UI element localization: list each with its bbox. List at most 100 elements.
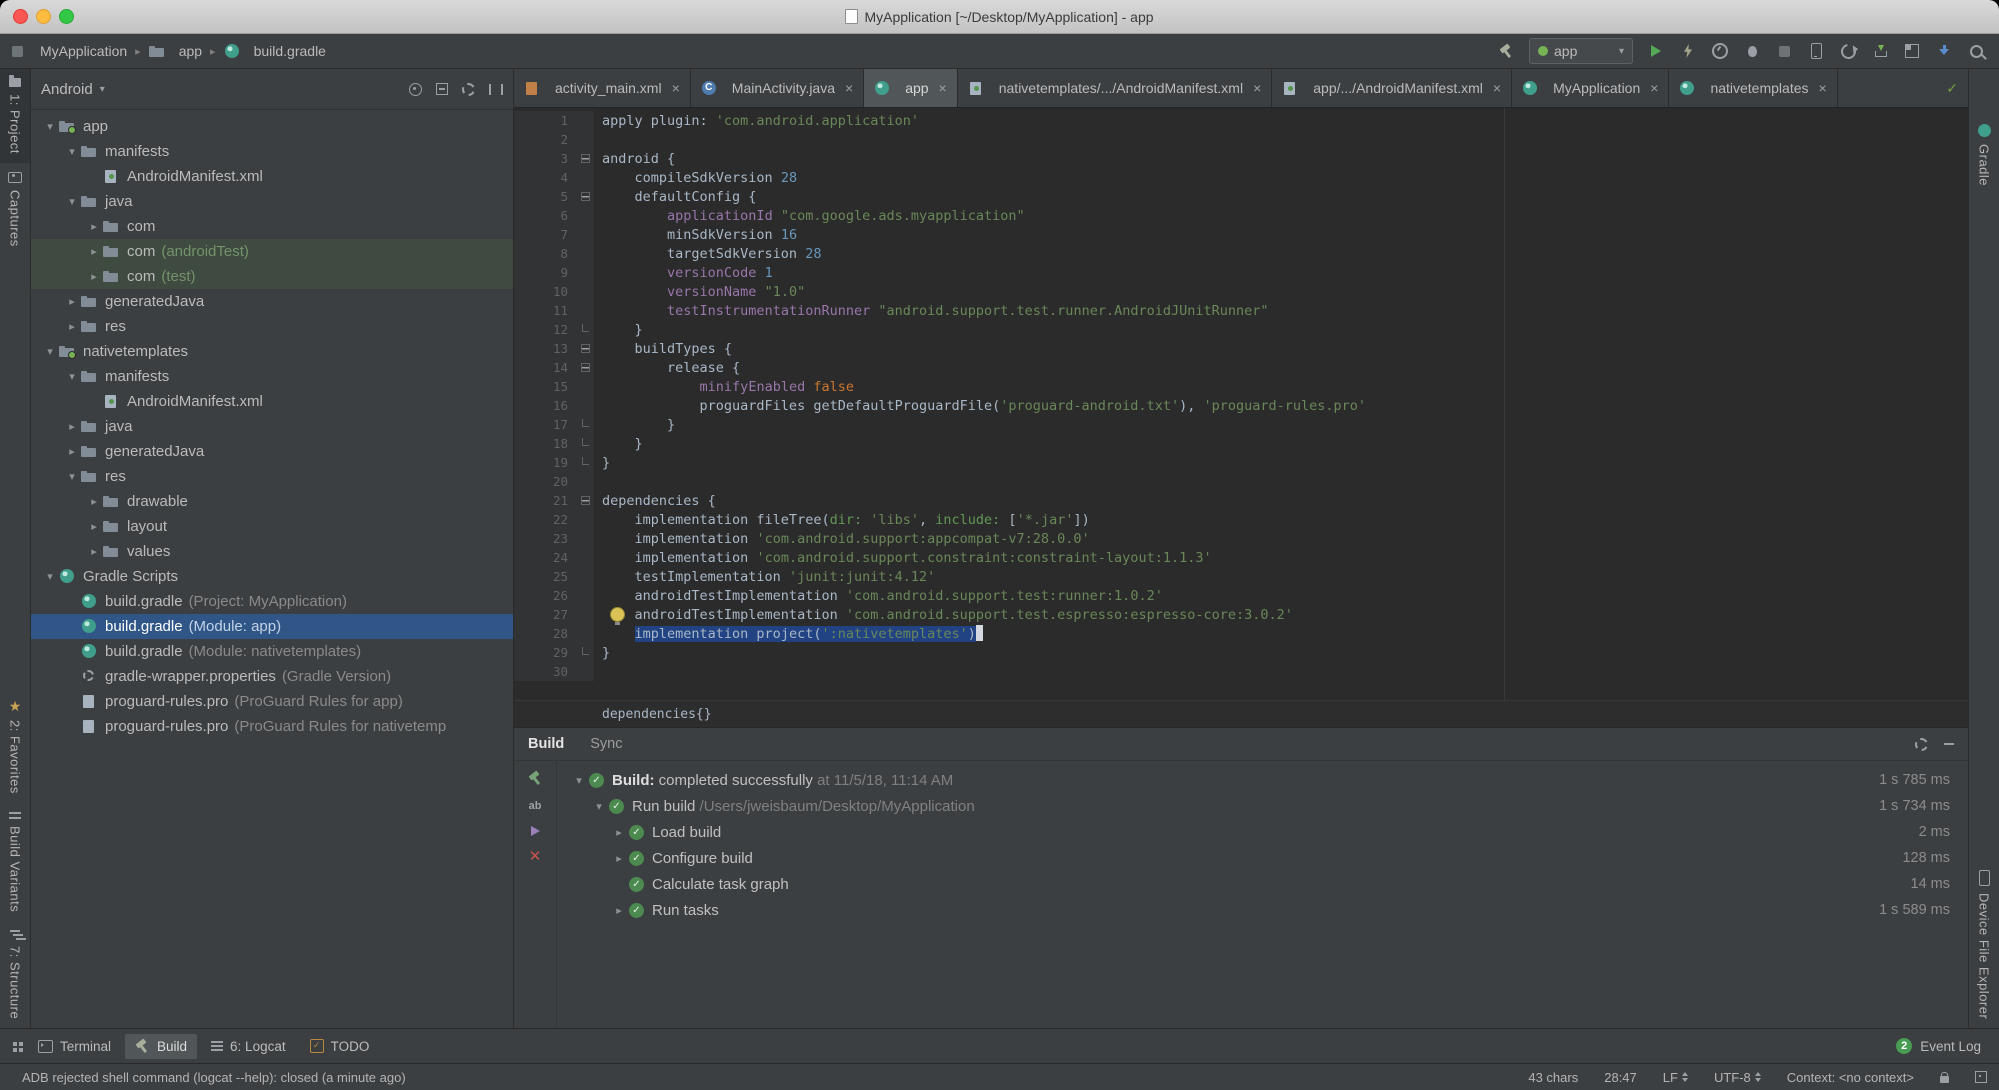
editor-tab-activity-main-xml[interactable]: activity_main.xml × [514,69,691,107]
tree-item-manifests[interactable]: ▾ manifests [31,139,513,164]
build-tree-row[interactable]: ▾ ✓ Build: completed successfully at 11/5/… [557,767,1968,793]
editor-tab-myapplication[interactable]: MyApplication × [1512,69,1670,107]
code-line[interactable]: 8 targetSdkVersion 28 [514,244,1968,263]
breadcrumb-item-myapplication[interactable]: MyApplication [10,43,127,59]
code-line[interactable]: 4 compileSdkVersion 28 [514,168,1968,187]
indicator-button[interactable] [1975,1071,1987,1083]
minimize-window-button[interactable] [36,9,51,24]
sync-project-button[interactable] [1835,39,1861,63]
tree-item-gradle-wrapper-properties[interactable]: gradle-wrapper.properties (Gradle Version… [31,664,513,689]
project-view-selector[interactable]: Android ▾ [41,81,105,98]
build-tree-row[interactable]: ▾ ✓ Run build /Users/jweisbaum/Desktop/MyA… [557,793,1968,819]
rerun-build-icon[interactable] [528,771,543,786]
tree-item-generatedjava[interactable]: ▸ generatedJava [31,289,513,314]
code-line[interactable]: 25 testImplementation 'junit:junit:4.12' [514,567,1968,586]
chevron-right-icon[interactable]: ▸ [85,495,103,508]
fold-marker[interactable] [576,434,594,453]
build-tree-row[interactable]: ▸ ✓ Run tasks 1 s 589 ms [557,897,1968,923]
run-configuration-select[interactable]: app ▾ [1529,38,1633,64]
tool-button-1-project[interactable]: 1: Project [0,69,30,163]
close-tab-icon[interactable]: × [1819,80,1827,96]
profiler-button[interactable] [1707,39,1733,63]
code-line[interactable]: 28 implementation project(':nativetempla… [514,624,1968,643]
chevron-right-icon[interactable]: ▸ [85,245,103,258]
encoding-selector[interactable]: UTF-8 [1714,1070,1761,1085]
code-line[interactable]: 20 [514,472,1968,491]
tab-sync[interactable]: Sync [590,736,622,752]
locate-file-icon[interactable] [409,82,422,96]
code-line[interactable]: 26 androidTestImplementation 'com.androi… [514,586,1968,605]
fold-marker[interactable] [576,358,594,377]
toolwindow-button-todo[interactable]: ✓ TODO [300,1034,380,1059]
layout-inspector-button[interactable] [1899,39,1925,63]
close-tab-icon[interactable]: × [672,80,680,96]
code-line[interactable]: 19} [514,453,1968,472]
close-tab-icon[interactable]: × [1650,80,1658,96]
stop-button[interactable] [1771,39,1797,63]
editor-tab-app[interactable]: app × [864,69,958,107]
tree-item-res[interactable]: ▸ res [31,314,513,339]
fold-marker[interactable] [576,320,594,339]
run-button[interactable] [1643,39,1669,63]
toolwindow-switcher-icon[interactable] [13,1042,17,1046]
code-line[interactable]: 23 implementation 'com.android.support:a… [514,529,1968,548]
code-line[interactable]: 30 [514,662,1968,681]
tree-item-java[interactable]: ▸ java [31,414,513,439]
tree-item-androidmanifest-xml[interactable]: AndroidManifest.xml [31,389,513,414]
code-line[interactable]: 16 proguardFiles getDefaultProguardFile(… [514,396,1968,415]
chevron-right-icon[interactable]: ▸ [63,295,81,308]
tree-item-build-gradle[interactable]: build.gradle (Module: app) [31,614,513,639]
toolwindow-button-6-logcat[interactable]: 6: Logcat [201,1034,296,1059]
search-everywhere-button[interactable] [1963,39,1989,63]
code-line[interactable]: 14 release { [514,358,1968,377]
tree-item-proguard-rules-pro[interactable]: proguard-rules.pro (ProGuard Rules for ap… [31,689,513,714]
code-line[interactable]: 17 } [514,415,1968,434]
tool-button-captures[interactable]: Captures [0,163,30,256]
fold-marker[interactable] [576,491,594,510]
tree-item-androidmanifest-xml[interactable]: AndroidManifest.xml [31,164,513,189]
readonly-lock[interactable] [1940,1071,1949,1083]
chevron-right-icon[interactable]: ▸ [63,445,81,458]
tree-item-com[interactable]: ▸ com (androidTest) [31,239,513,264]
fold-marker[interactable] [576,453,594,472]
fold-marker[interactable] [576,187,594,206]
tree-item-build-gradle[interactable]: build.gradle (Project: MyApplication) [31,589,513,614]
tree-item-res[interactable]: ▾ res [31,464,513,489]
code-line[interactable]: 29} [514,643,1968,662]
editor-tab-nativetemplates[interactable]: nativetemplates × [1669,69,1838,107]
tool-button-build-variants[interactable]: Build Variants [0,803,30,921]
zoom-window-button[interactable] [59,9,74,24]
code-line[interactable]: 15 minifyEnabled false [514,377,1968,396]
chevron-down-icon[interactable]: ▾ [63,370,81,383]
editor-breadcrumb-bar[interactable]: dependencies{} [514,700,1968,727]
tree-item-drawable[interactable]: ▸ drawable [31,489,513,514]
code-line[interactable]: 5 defaultConfig { [514,187,1968,206]
fold-marker[interactable] [576,643,594,662]
tree-item-com[interactable]: ▸ com [31,214,513,239]
code-line[interactable]: 24 implementation 'com.android.support.c… [514,548,1968,567]
attach-process-button[interactable] [1931,39,1957,63]
breadcrumb-item-build-gradle[interactable]: build.gradle [224,43,326,59]
code-line[interactable]: 10 versionName "1.0" [514,282,1968,301]
build-tree-row[interactable]: ▸ ✓ Configure build 128 ms [557,845,1968,871]
fold-marker[interactable] [576,339,594,358]
chevron-right-icon[interactable]: ▸ [63,420,81,433]
close-tab-icon[interactable]: × [1493,80,1501,96]
chevron-down-icon[interactable]: ▾ [63,470,81,483]
code-line[interactable]: 27 androidTestImplementation 'com.androi… [514,605,1968,625]
line-separator-selector[interactable]: LF [1663,1070,1688,1085]
breadcrumb-item-app[interactable]: app [148,43,202,59]
code-line[interactable]: 13 buildTypes { [514,339,1968,358]
chevron-down-icon[interactable]: ▾ [41,120,59,133]
close-tab-icon[interactable]: × [1253,80,1261,96]
make-project-button[interactable] [1493,39,1519,63]
hide-panel-icon[interactable] [489,83,503,95]
close-window-button[interactable] [13,9,28,24]
toolwindow-button-terminal[interactable]: Terminal [28,1034,121,1059]
avd-manager-button[interactable] [1803,39,1829,63]
fold-marker[interactable] [576,149,594,168]
build-settings-gear-icon[interactable] [1915,737,1928,751]
caret-position[interactable]: 28:47 [1604,1070,1637,1085]
tree-item-java[interactable]: ▾ java [31,189,513,214]
code-line[interactable]: 1 apply plugin: 'com.android.application' [514,111,1968,130]
